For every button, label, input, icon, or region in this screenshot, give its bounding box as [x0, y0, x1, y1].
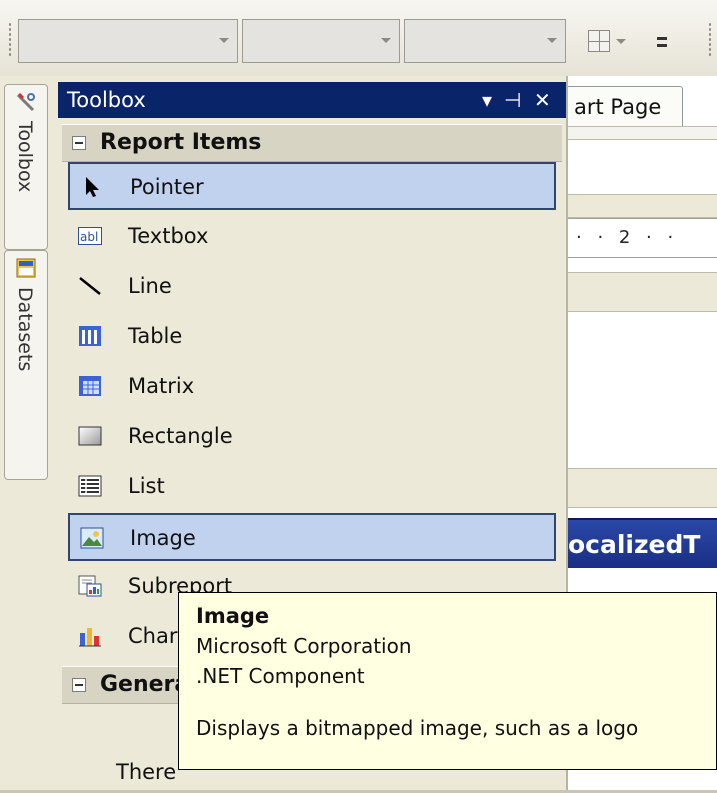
toolbar-overflow-button[interactable] — [654, 25, 674, 61]
toolbar-combo-3[interactable] — [404, 19, 566, 63]
side-tab-strip: Toolbox Datasets — [0, 76, 59, 793]
ruler: · · 2 · · — [560, 218, 717, 258]
toolbox-item-label: Pointer — [130, 175, 204, 199]
datasets-icon — [16, 258, 36, 278]
tooltip-title: Image — [196, 604, 270, 628]
toolbox-title: Toolbox — [67, 88, 146, 112]
side-tab-datasets[interactable]: Datasets — [4, 250, 48, 480]
toolbox-item-table[interactable]: Table — [68, 313, 556, 361]
tooltip-description: Displays a bitmapped image, such as a lo… — [196, 716, 639, 740]
side-tab-label: Datasets — [14, 287, 36, 372]
close-icon[interactable]: ✕ — [534, 82, 551, 118]
chart-icon — [79, 628, 101, 647]
page-header-band — [560, 272, 717, 312]
line-icon — [79, 277, 101, 295]
toolbar-overflow-icon — [654, 33, 670, 61]
toolbox-item-label: List — [128, 474, 165, 498]
toolbar-grip[interactable] — [708, 22, 712, 58]
svg-text:abl: abl — [80, 230, 98, 244]
body-band — [560, 468, 717, 508]
toolbar-combo-2[interactable] — [242, 19, 400, 63]
matrix-icon — [79, 376, 101, 396]
toolbox-title-bar: Toolbox ▾ ⊣ ✕ — [58, 82, 566, 118]
window-position-dropdown-icon[interactable]: ▾ — [482, 82, 492, 118]
tooltip-company: Microsoft Corporation — [196, 634, 412, 658]
localized-textbox[interactable]: ocalizedT — [560, 518, 717, 568]
toolbox-icon — [16, 92, 35, 112]
table-layout-button[interactable] — [588, 25, 628, 61]
toolbox-item-label: Matrix — [128, 374, 195, 398]
pin-icon[interactable]: ⊣ — [504, 82, 521, 118]
toolbox-item-label: Image — [130, 526, 196, 550]
collapse-icon[interactable] — [72, 678, 86, 692]
section-report-items[interactable]: Report Items — [62, 124, 562, 162]
chevron-down-icon — [616, 39, 626, 44]
toolbox-item-pointer[interactable]: Pointer — [68, 162, 556, 210]
chevron-down-icon — [547, 38, 557, 43]
tab-start-page[interactable]: art Page — [563, 86, 683, 126]
tooltip-type: .NET Component — [196, 664, 365, 688]
collapse-icon[interactable] — [72, 136, 86, 150]
chevron-down-icon — [219, 38, 229, 43]
toolbox-item-label: Line — [128, 274, 172, 298]
image-icon — [80, 527, 104, 549]
list-icon — [78, 475, 102, 497]
top-toolbar — [0, 0, 717, 77]
section-label: Report Items — [100, 130, 262, 155]
general-section-empty-text: There — [116, 760, 177, 784]
toolbox-item-image[interactable]: Image — [68, 513, 556, 561]
toolbox-item-label: Table — [128, 324, 183, 348]
tooltip-image: Image Microsoft Corporation .NET Compone… — [178, 592, 717, 770]
toolbox-item-label: Textbox — [128, 224, 209, 248]
toolbox-item-line[interactable]: Line — [68, 263, 556, 311]
toolbox-item-textbox[interactable]: abl Textbox — [68, 213, 556, 261]
chevron-down-icon — [381, 38, 391, 43]
side-tab-toolbox[interactable]: Toolbox — [4, 84, 48, 250]
rectangle-icon — [78, 426, 102, 446]
toolbox-item-list[interactable]: List — [68, 463, 556, 511]
pointer-icon — [86, 177, 99, 197]
toolbox-item-matrix[interactable]: Matrix — [68, 363, 556, 411]
tab-strip-divider — [560, 126, 717, 140]
design-tab-strip — [560, 194, 717, 218]
subreport-icon — [78, 575, 102, 597]
side-tab-label: Toolbox — [14, 121, 36, 193]
toolbox-item-label: Rectangle — [128, 424, 233, 448]
table-icon — [79, 326, 101, 346]
toolbox-item-rectangle[interactable]: Rectangle — [68, 413, 556, 461]
table-grid-icon — [588, 30, 610, 52]
toolbar-grip[interactable] — [8, 22, 12, 58]
toolbar-combo-1[interactable] — [18, 19, 238, 63]
textbox-icon: abl — [78, 227, 102, 245]
